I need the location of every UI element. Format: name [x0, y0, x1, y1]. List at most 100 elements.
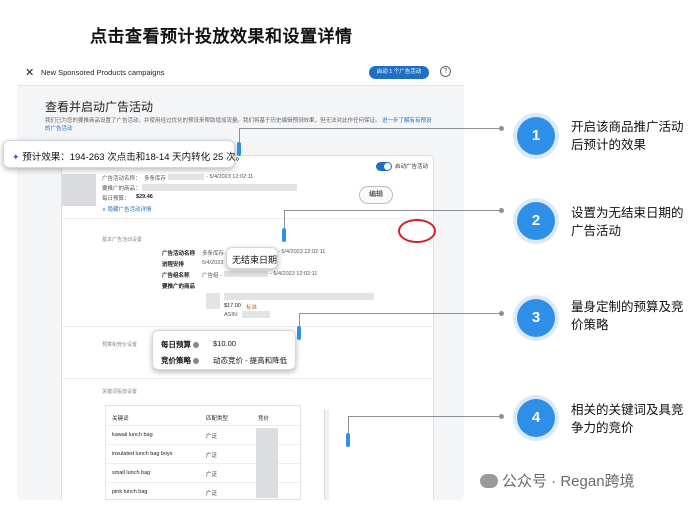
page-description: 我们已为您的要推商品设置了广告活动，并使用经过优化的预设来帮助增加流量。我们将基…	[45, 117, 435, 133]
step-2-text: 设置为无结束日期的广告活动	[571, 206, 684, 238]
campaign-name-label: 广告活动名称：	[102, 176, 141, 182]
window-title: New Sponsored Products campaigns	[41, 68, 165, 77]
watermark-text: 公众号 · Regan跨境	[502, 473, 635, 490]
detail-schedule-suffix: - 5/4/2023 12:02:11	[270, 271, 318, 277]
keyword-table: 关键词 匹配类型 竞价 kawaii lunch bag 广泛 insulate…	[105, 405, 302, 500]
edit-highlight-ring	[398, 219, 436, 243]
launch-campaign-toggle-label: 启动广告活动	[395, 164, 429, 170]
step-4-text: 相关的关键词及具竞争力的竞价	[571, 403, 684, 435]
budget-label-text: 每日预算	[161, 340, 191, 349]
hide-details-link[interactable]: ∧ 隐藏广告活动详情	[102, 205, 152, 213]
detail-value-ad-group: 广告组 -	[202, 273, 222, 279]
bid-label-text: 竞价策略	[161, 356, 191, 365]
connector-end-dot	[499, 414, 504, 419]
connector-marker	[237, 142, 241, 156]
bid-column-header: 竞价	[258, 416, 270, 422]
campaign-name-value: 多条库存 -	[144, 176, 170, 182]
connector-line	[284, 210, 501, 211]
watermark: 公众号 · Regan跨境	[480, 470, 635, 491]
daily-budget-callout-label: 每日预算	[161, 339, 199, 350]
launch-campaign-button[interactable]: 启动 1 个广告活动	[369, 66, 429, 79]
product-thumbnail-small	[206, 293, 220, 309]
section-keyword-settings: 关键词投放设置	[102, 389, 138, 395]
daily-budget-value: $29.46	[136, 194, 153, 200]
close-icon[interactable]: ✕	[25, 66, 34, 79]
section-basic-settings: 基本广告活动设置	[102, 237, 143, 243]
redacted-bids	[256, 428, 278, 498]
connector-line	[348, 416, 349, 433]
match-type-column-header: 匹配类型	[206, 416, 229, 422]
no-end-date-text: 无结束日期	[232, 255, 278, 265]
edit-button[interactable]: 编辑	[359, 186, 393, 204]
connector-marker	[346, 433, 350, 447]
step-1-badge: 1	[517, 117, 555, 155]
divider	[62, 326, 435, 327]
no-end-date-callout: 无结束日期	[226, 247, 278, 269]
page-heading: 点击查看预计投放效果和设置详情	[90, 27, 353, 46]
section-budget-settings: 预算和竞价设置	[102, 342, 138, 348]
connector-line	[299, 313, 501, 314]
step-4-badge: 4	[517, 399, 555, 437]
connector-line	[239, 128, 240, 142]
keyword-text: small lunch bag	[112, 470, 151, 476]
page-description-text: 我们已为您的要推商品设置了广告活动，并使用经过优化的预设来帮助增加流量。我们将基…	[45, 118, 381, 124]
connector-marker	[282, 228, 286, 242]
campaign-screenshot-panel: ✕ New Sponsored Products campaigns 启动 1 …	[17, 60, 464, 500]
daily-budget-callout-value: $10.00	[213, 339, 236, 348]
step-3-badge: 3	[517, 299, 555, 337]
bid-strategy-callout-value: 动态竞价 - 提高和降低	[213, 356, 288, 365]
keyword-text: insulated lunch bag boys	[112, 451, 173, 457]
keyword-column-header: 关键词	[112, 416, 129, 422]
campaign-date: - 5/4/2023 12:02:11	[206, 174, 254, 180]
sparkle-icon: ✦	[12, 152, 20, 162]
product-price: $17.00	[224, 303, 241, 309]
redacted-text	[142, 184, 297, 191]
page-title: 查看并启动广告活动	[45, 100, 154, 114]
connector-marker	[297, 326, 301, 340]
step-1-text: 开启该商品推广活动后预计的效果	[571, 120, 684, 152]
keyword-text: kawaii lunch bag	[112, 432, 153, 438]
table-scrollbar[interactable]	[324, 410, 329, 500]
connector-line	[284, 210, 285, 228]
detail-campaign-suffix: - 5/4/2023 12:02:11	[278, 249, 326, 255]
info-icon	[193, 358, 199, 365]
product-tag: 标准	[246, 305, 258, 311]
match-type: 广泛	[206, 453, 218, 459]
match-type: 广泛	[206, 434, 218, 440]
estimate-text: 预计效果：194-263 次点击和18-14 天内转化 25 次。	[22, 152, 245, 163]
detail-label-schedule: 进程安排	[162, 262, 185, 268]
product-thumbnail	[62, 174, 96, 206]
keyword-text: pink lunch bag	[112, 489, 148, 495]
redacted-text	[242, 311, 270, 318]
detail-value-schedule: 5/4/2023	[202, 260, 224, 266]
bid-strategy-callout-label: 竞价策略	[161, 355, 199, 366]
redacted-text	[168, 174, 204, 180]
connector-line	[239, 128, 501, 129]
connector-end-dot	[499, 126, 504, 131]
wechat-icon	[480, 474, 498, 488]
estimate-line: ✦ 预计效果：194-263 次点击和18-14 天内转化 25 次。	[12, 149, 245, 163]
launch-campaign-toggle[interactable]	[376, 162, 392, 171]
window-topbar: ✕ New Sponsored Products campaigns 启动 1 …	[17, 60, 464, 86]
divider	[62, 218, 435, 219]
connector-line	[348, 416, 501, 417]
detail-label-ad-group: 广告组名称	[162, 273, 190, 279]
redacted-text	[224, 271, 268, 277]
detail-label-campaign-name: 广告活动名称	[162, 251, 196, 257]
redacted-text	[224, 293, 374, 300]
connector-end-dot	[499, 311, 504, 316]
info-icon	[193, 342, 199, 349]
estimated-performance-callout: ✦ 预计效果：194-263 次点击和18-14 天内转化 25 次。	[3, 140, 245, 168]
connector-end-dot	[499, 208, 504, 213]
budget-bid-callout: 每日预算 $10.00 竞价策略 动态竞价 - 提高和降低	[152, 330, 296, 370]
promoted-products-label: 要推广的商品：	[102, 186, 141, 192]
match-type: 广泛	[206, 491, 218, 497]
help-icon[interactable]: ?	[440, 66, 451, 77]
daily-budget-label: 每日预算：	[102, 196, 130, 202]
connector-line	[299, 313, 300, 326]
step-2-badge: 2	[517, 202, 555, 240]
divider	[62, 378, 435, 379]
match-type: 广泛	[206, 472, 218, 478]
asin-label: ASIN:	[224, 312, 239, 318]
detail-value-campaign-name: 多条库存 -	[202, 251, 228, 257]
